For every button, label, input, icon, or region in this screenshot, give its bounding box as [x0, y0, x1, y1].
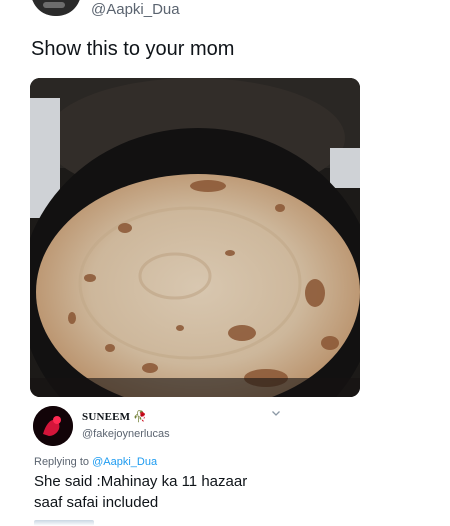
avatar-art-icon [33, 406, 73, 446]
author-handle[interactable]: @Aapki_Dua [91, 1, 180, 18]
tweet-media-image[interactable] [30, 78, 360, 397]
paratha-photo [30, 78, 360, 397]
truncated-footer [34, 520, 94, 526]
rose-emoji: 🥀 [133, 411, 148, 423]
reply-text: She said :Mahinay ka 11 hazaar saaf safa… [34, 471, 294, 513]
reply-display-name[interactable]: SUNEEM 🥀 [82, 410, 147, 423]
author-avatar[interactable] [31, 0, 81, 16]
reply-name-text: SUNEEM [82, 411, 131, 423]
reply-text-line-1: She said :Mahinay ka 11 hazaar [34, 473, 248, 490]
reply-text-line-2: saaf safai included [34, 494, 159, 511]
replying-to-line: Replying to @Aapki_Dua [34, 456, 157, 468]
replying-mention-link[interactable]: @Aapki_Dua [92, 456, 157, 468]
reply-avatar[interactable] [33, 406, 73, 446]
replying-prefix: Replying to [34, 456, 93, 468]
reply-handle[interactable]: @fakejoynerlucas [82, 428, 170, 440]
tweet-text: Show this to your mom [31, 38, 235, 60]
chevron-down-icon[interactable] [271, 408, 281, 418]
